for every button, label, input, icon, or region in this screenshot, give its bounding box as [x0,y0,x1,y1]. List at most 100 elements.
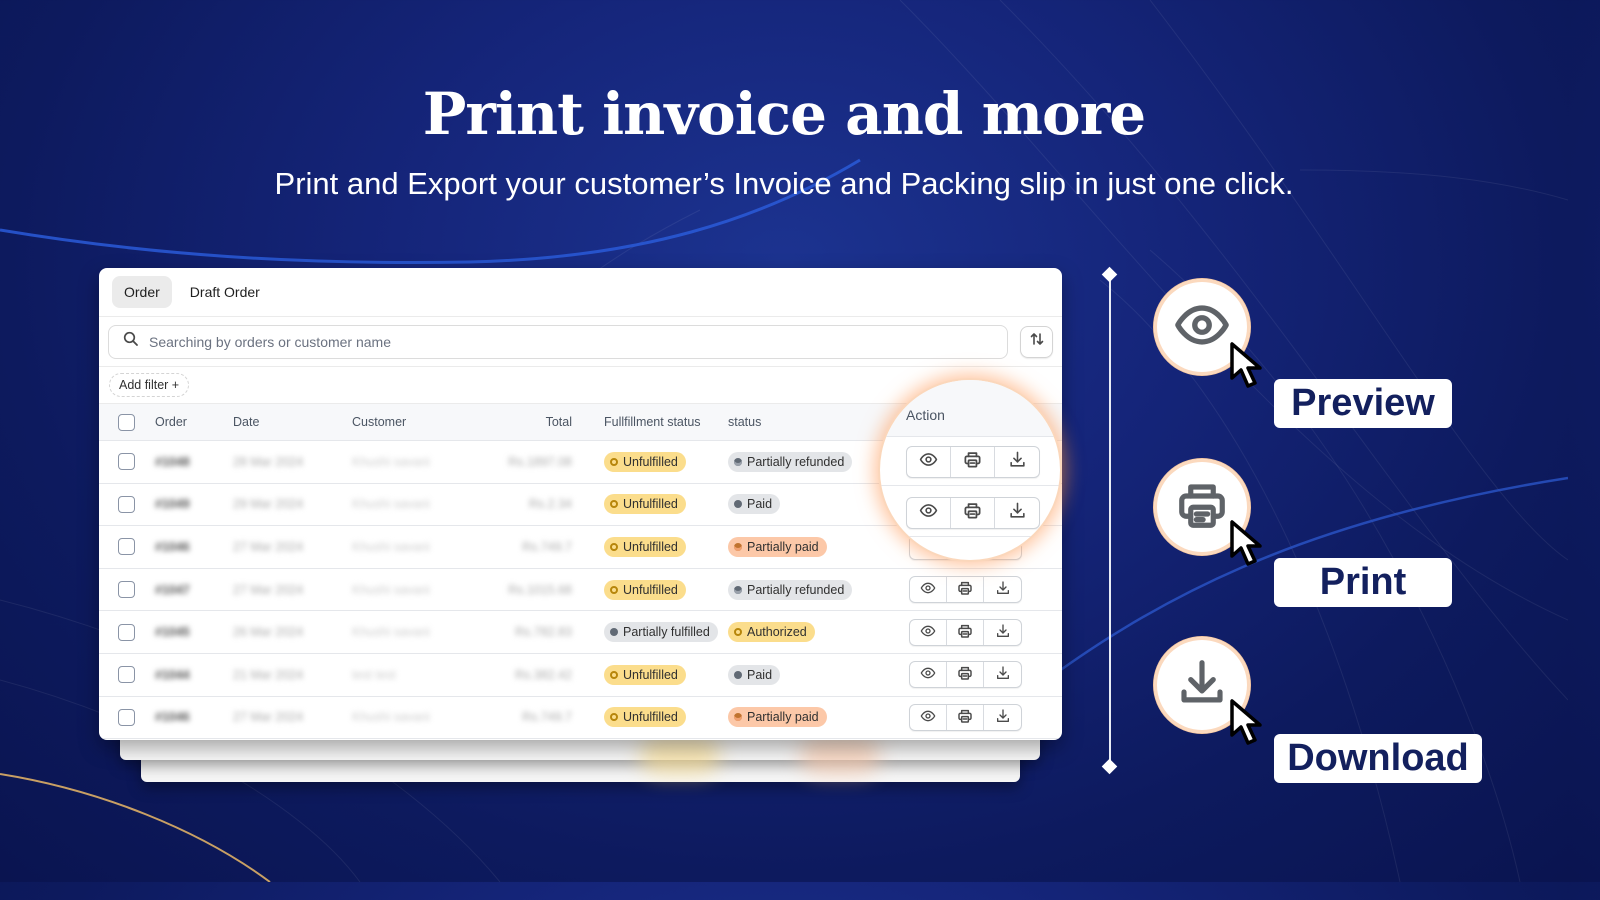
customer-name: Khushi savani [352,454,430,469]
order-number[interactable]: #1046 [155,710,233,724]
preview-button[interactable] [910,577,947,603]
printer-icon [957,580,973,599]
order-number[interactable]: #1044 [155,668,233,682]
column-header-date[interactable]: Date [233,415,352,429]
tab-order[interactable]: Order [112,276,172,308]
eye-icon [919,501,938,525]
search-box[interactable] [108,324,1008,359]
sort-arrows-icon [1029,331,1045,352]
search-icon [123,331,139,352]
fulfillment-badge: Unfulfilled [604,451,686,472]
download-button[interactable] [984,705,1021,730]
download-button[interactable] [984,620,1021,645]
download-icon [1008,501,1027,525]
table-row[interactable]: #1045 26 Mar 2024 Khushi savani Rs.782.8… [99,611,1062,654]
row-checkbox[interactable] [118,581,135,599]
stack-glow-orange [800,735,880,775]
table-row[interactable]: #1047 27 Mar 2024 Khushi savani Rs.1015.… [99,569,1062,612]
preview-button[interactable] [910,704,947,730]
order-total: Rs.2.34 [528,497,572,512]
download-button[interactable] [995,447,1039,477]
print-button[interactable] [951,498,995,528]
order-number[interactable]: #1049 [155,497,233,511]
magnifier-action-title: Action [906,407,945,423]
print-button[interactable] [947,704,984,730]
column-header-total[interactable]: Total [492,415,572,429]
timeline-end-marker [1101,758,1118,775]
row-checkbox[interactable] [118,666,135,684]
column-header-order[interactable]: Order [155,415,233,429]
preview-button[interactable] [907,447,951,477]
download-icon [995,665,1011,684]
download-button[interactable] [984,662,1021,687]
printer-icon [957,708,973,727]
customer-name: Khushi savani [352,497,430,512]
print-button[interactable] [947,577,984,603]
preview-button[interactable] [910,619,947,645]
cursor-icon [1230,342,1262,388]
fulfillment-badge: Unfulfilled [604,579,686,600]
print-button[interactable] [951,447,995,477]
table-row[interactable]: #1044 21 Mar 2024 test test Rs.382.42 Un… [99,654,1062,697]
print-button[interactable] [947,662,984,688]
fulfillment-badge: Unfulfilled [604,494,686,515]
column-header-status[interactable]: status [727,415,892,429]
status-dot-icon [610,713,618,722]
row-action-group [909,618,1022,646]
printer-icon [957,623,973,642]
payment-status-badge: Partially paid [728,536,827,557]
printer-icon [957,665,973,684]
timeline-line [1109,274,1111,768]
order-total: Rs.1015.68 [508,582,572,597]
order-date: 27 Mar 2024 [233,710,304,725]
feature-label-print: Print [1274,558,1452,607]
cursor-icon [1230,699,1262,745]
row-checkbox[interactable] [118,495,135,513]
order-number[interactable]: #1047 [155,583,233,597]
status-dot-icon [610,585,618,594]
order-total: Rs.749.7 [521,710,572,725]
column-header-fulfillment[interactable]: Fullfillment status [572,415,727,429]
download-button[interactable] [984,577,1021,602]
status-dot-icon [734,713,742,722]
sort-button[interactable] [1020,325,1053,358]
order-number[interactable]: #1046 [155,540,233,554]
status-dot-icon [734,585,742,594]
search-input[interactable] [149,333,1007,350]
add-filter-button[interactable]: Add filter + [109,373,190,397]
fulfillment-badge: Unfulfilled [604,707,686,728]
preview-button[interactable] [907,498,951,528]
order-date: 27 Mar 2024 [233,582,304,597]
order-date: 26 Mar 2024 [233,625,304,640]
eye-icon [1173,296,1231,359]
column-header-customer[interactable]: Customer [352,415,492,429]
select-all-checkbox[interactable] [118,413,135,431]
customer-name: Khushi savani [352,582,430,597]
stack-glow-yellow [640,735,720,775]
page-subtitle: Print and Export your customer’s Invoice… [274,166,1294,201]
customer-name: test test [352,667,396,682]
row-checkbox[interactable] [118,623,135,641]
fulfillment-badge: Partially fulfilled [604,622,718,643]
row-checkbox[interactable] [118,453,135,471]
row-checkbox[interactable] [118,538,135,556]
action-magnifier: Action [880,380,1060,560]
download-button[interactable] [995,498,1039,528]
fulfillment-badge: Unfulfilled [604,664,686,685]
preview-button[interactable] [910,662,947,688]
status-dot-icon [610,628,618,637]
status-dot-icon [734,542,742,551]
customer-name: Khushi savani [352,710,430,725]
row-checkbox[interactable] [118,708,135,726]
payment-status-badge: Authorized [728,622,815,643]
payment-status-badge: Partially refunded [728,451,853,472]
table-row[interactable]: #1046 27 Mar 2024 Khushi savani Rs.749.7… [99,697,1062,740]
print-button[interactable] [947,619,984,645]
status-dot-icon [610,457,618,466]
magnifier-action-group-2 [906,497,1040,529]
order-number[interactable]: #1048 [155,455,233,469]
status-dot-icon [734,628,742,637]
order-number[interactable]: #1045 [155,625,233,639]
tab-draft-order[interactable]: Draft Order [178,276,272,308]
feature-label-preview: Preview [1274,379,1452,428]
